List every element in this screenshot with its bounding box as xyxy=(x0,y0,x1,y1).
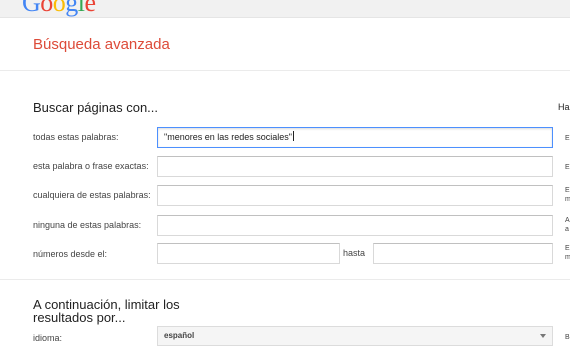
google-logo[interactable]: Google xyxy=(22,0,97,17)
language-selected-value: español xyxy=(164,331,195,340)
chevron-down-icon xyxy=(540,334,546,338)
divider xyxy=(0,279,570,280)
top-bar: Google xyxy=(0,0,570,18)
page-title: Búsqueda avanzada xyxy=(33,36,170,53)
label-all-words: todas estas palabras: xyxy=(33,132,119,142)
hint-numbers: E m xyxy=(565,245,570,261)
logo-letter: o xyxy=(40,0,53,17)
text-caret xyxy=(292,131,294,141)
none-words-input[interactable] xyxy=(157,215,553,236)
language-select[interactable]: español xyxy=(157,326,553,346)
logo-letter: e xyxy=(84,0,97,17)
any-words-input[interactable] xyxy=(157,185,553,206)
hint-language: B xyxy=(565,334,570,341)
label-none-words: ninguna de estas palabras: xyxy=(33,220,142,230)
label-exact-phrase: esta palabra o frase exactas: xyxy=(33,161,149,171)
hint-none-words: A a xyxy=(565,217,570,233)
section-heading-limit: A continuación, limitar los resultados p… xyxy=(33,297,180,325)
logo-letter: l xyxy=(77,0,85,17)
exact-phrase-input[interactable] xyxy=(157,156,553,177)
logo-letter: G xyxy=(22,0,41,17)
all-words-value: "menores en las redes sociales" xyxy=(164,132,292,142)
hint-any-words: E m xyxy=(565,187,570,203)
tips-heading: Haz xyxy=(558,102,570,112)
hint-exact-phrase: E xyxy=(565,164,570,171)
label-language: idioma: xyxy=(33,333,63,343)
label-numbers-to: hasta xyxy=(343,248,366,258)
hint-all-words: E xyxy=(565,135,570,142)
all-words-input[interactable]: "menores en las redes sociales" xyxy=(157,127,553,148)
label-numbers-from: números desde el: xyxy=(33,249,108,259)
logo-letter: g xyxy=(65,0,78,17)
logo-letter: o xyxy=(52,0,66,17)
section-heading-search: Buscar páginas con... xyxy=(33,100,159,115)
numbers-from-input[interactable] xyxy=(157,243,340,264)
divider xyxy=(0,70,570,71)
numbers-to-input[interactable] xyxy=(373,243,553,264)
label-any-words: cualquiera de estas palabras: xyxy=(33,190,151,200)
